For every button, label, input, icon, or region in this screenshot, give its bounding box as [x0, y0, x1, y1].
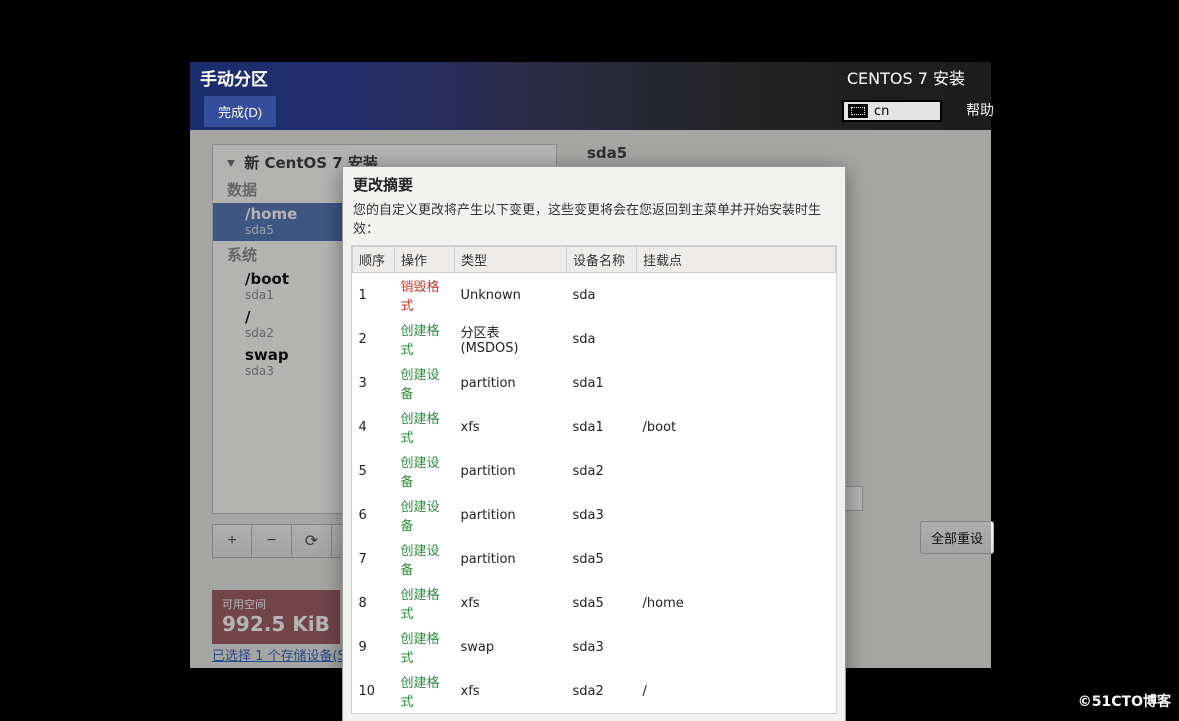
cell-order: 1: [353, 273, 395, 318]
table-row[interactable]: 3创建设备partitionsda1: [353, 361, 836, 405]
col-action[interactable]: 操作: [395, 247, 455, 273]
summary-dialog: 更改摘要 您的自定义更改将产生以下变更，这些变更将会在您返回到主菜单并开始安装时…: [342, 166, 846, 721]
cell-device: sda2: [567, 669, 637, 713]
keyboard-layout: cn: [874, 104, 889, 119]
cell-device: sda3: [567, 493, 637, 537]
table-row[interactable]: 2创建格式分区表 (MSDOS)sda: [353, 317, 836, 361]
cell-mount: /: [637, 669, 836, 713]
cell-device: sda5: [567, 581, 637, 625]
cell-device: sda1: [567, 361, 637, 405]
cell-action: 创建设备: [395, 361, 455, 405]
cell-device: sda1: [567, 405, 637, 449]
watermark: ©51CTO博客: [1078, 691, 1171, 711]
cell-type: Unknown: [455, 273, 567, 318]
cell-order: 2: [353, 317, 395, 361]
cell-mount: [637, 625, 836, 669]
keyboard-indicator[interactable]: cn: [842, 100, 942, 122]
dialog-title: 更改摘要: [343, 167, 845, 197]
cell-mount: [637, 493, 836, 537]
table-row[interactable]: 4创建格式xfssda1/boot: [353, 405, 836, 449]
cell-order: 6: [353, 493, 395, 537]
installer-window: 手动分区 完成(D) CENTOS 7 安装 cn 帮助 新 CentOS 7 …: [190, 62, 991, 668]
cell-type: xfs: [455, 669, 567, 713]
table-row[interactable]: 10创建格式xfssda2/: [353, 669, 836, 713]
cell-device: sda: [567, 317, 637, 361]
cell-mount: [637, 449, 836, 493]
help-link[interactable]: 帮助: [966, 100, 994, 120]
cell-order: 4: [353, 405, 395, 449]
done-button[interactable]: 完成(D): [203, 95, 277, 128]
cell-action: 创建设备: [395, 493, 455, 537]
cell-order: 7: [353, 537, 395, 581]
dialog-subtitle: 您的自定义更改将产生以下变更，这些变更将会在您返回到主菜单并开始安装时生效：: [343, 197, 845, 245]
table-row[interactable]: 6创建设备partitionsda3: [353, 493, 836, 537]
cell-device: sda: [567, 273, 637, 318]
cell-order: 5: [353, 449, 395, 493]
table-row[interactable]: 7创建设备partitionsda5: [353, 537, 836, 581]
cell-type: 分区表 (MSDOS): [455, 317, 567, 361]
changes-table: 顺序 操作 类型 设备名称 挂载点 1销毁格式Unknownsda2创建格式分区…: [352, 246, 836, 713]
cell-type: partition: [455, 537, 567, 581]
col-device[interactable]: 设备名称: [567, 247, 637, 273]
cell-action: 创建设备: [395, 537, 455, 581]
cell-mount: /boot: [637, 405, 836, 449]
cell-type: swap: [455, 625, 567, 669]
cell-mount: [637, 317, 836, 361]
dialog-button-row: 取消并返回到自定义分区(C) 接受更改(A): [343, 714, 845, 721]
cell-action: 销毁格式: [395, 273, 455, 318]
cell-device: sda2: [567, 449, 637, 493]
col-order[interactable]: 顺序: [353, 247, 395, 273]
cell-type: partition: [455, 493, 567, 537]
cell-mount: /home: [637, 581, 836, 625]
changes-table-wrap: 顺序 操作 类型 设备名称 挂载点 1销毁格式Unknownsda2创建格式分区…: [351, 245, 837, 714]
col-type[interactable]: 类型: [455, 247, 567, 273]
table-row[interactable]: 9创建格式swapsda3: [353, 625, 836, 669]
cell-mount: [637, 273, 836, 318]
cell-action: 创建格式: [395, 317, 455, 361]
cell-mount: [637, 537, 836, 581]
cell-type: xfs: [455, 581, 567, 625]
cell-device: sda5: [567, 537, 637, 581]
cell-device: sda3: [567, 625, 637, 669]
table-header-row: 顺序 操作 类型 设备名称 挂载点: [353, 247, 836, 273]
cell-action: 创建格式: [395, 625, 455, 669]
keyboard-icon: [848, 104, 868, 118]
installer-title: CENTOS 7 安装: [847, 65, 965, 89]
cell-action: 创建格式: [395, 669, 455, 713]
col-mount[interactable]: 挂载点: [637, 247, 836, 273]
cell-order: 3: [353, 361, 395, 405]
cell-order: 10: [353, 669, 395, 713]
table-row[interactable]: 1销毁格式Unknownsda: [353, 273, 836, 318]
cell-action: 创建设备: [395, 449, 455, 493]
page-title: 手动分区: [200, 65, 268, 90]
cell-type: partition: [455, 449, 567, 493]
cell-type: partition: [455, 361, 567, 405]
cell-type: xfs: [455, 405, 567, 449]
table-row[interactable]: 5创建设备partitionsda2: [353, 449, 836, 493]
cell-mount: [637, 361, 836, 405]
cell-order: 8: [353, 581, 395, 625]
cell-order: 9: [353, 625, 395, 669]
cell-action: 创建格式: [395, 405, 455, 449]
header-bar: 手动分区 完成(D) CENTOS 7 安装 cn 帮助: [190, 62, 991, 130]
cell-action: 创建格式: [395, 581, 455, 625]
table-row[interactable]: 8创建格式xfssda5/home: [353, 581, 836, 625]
